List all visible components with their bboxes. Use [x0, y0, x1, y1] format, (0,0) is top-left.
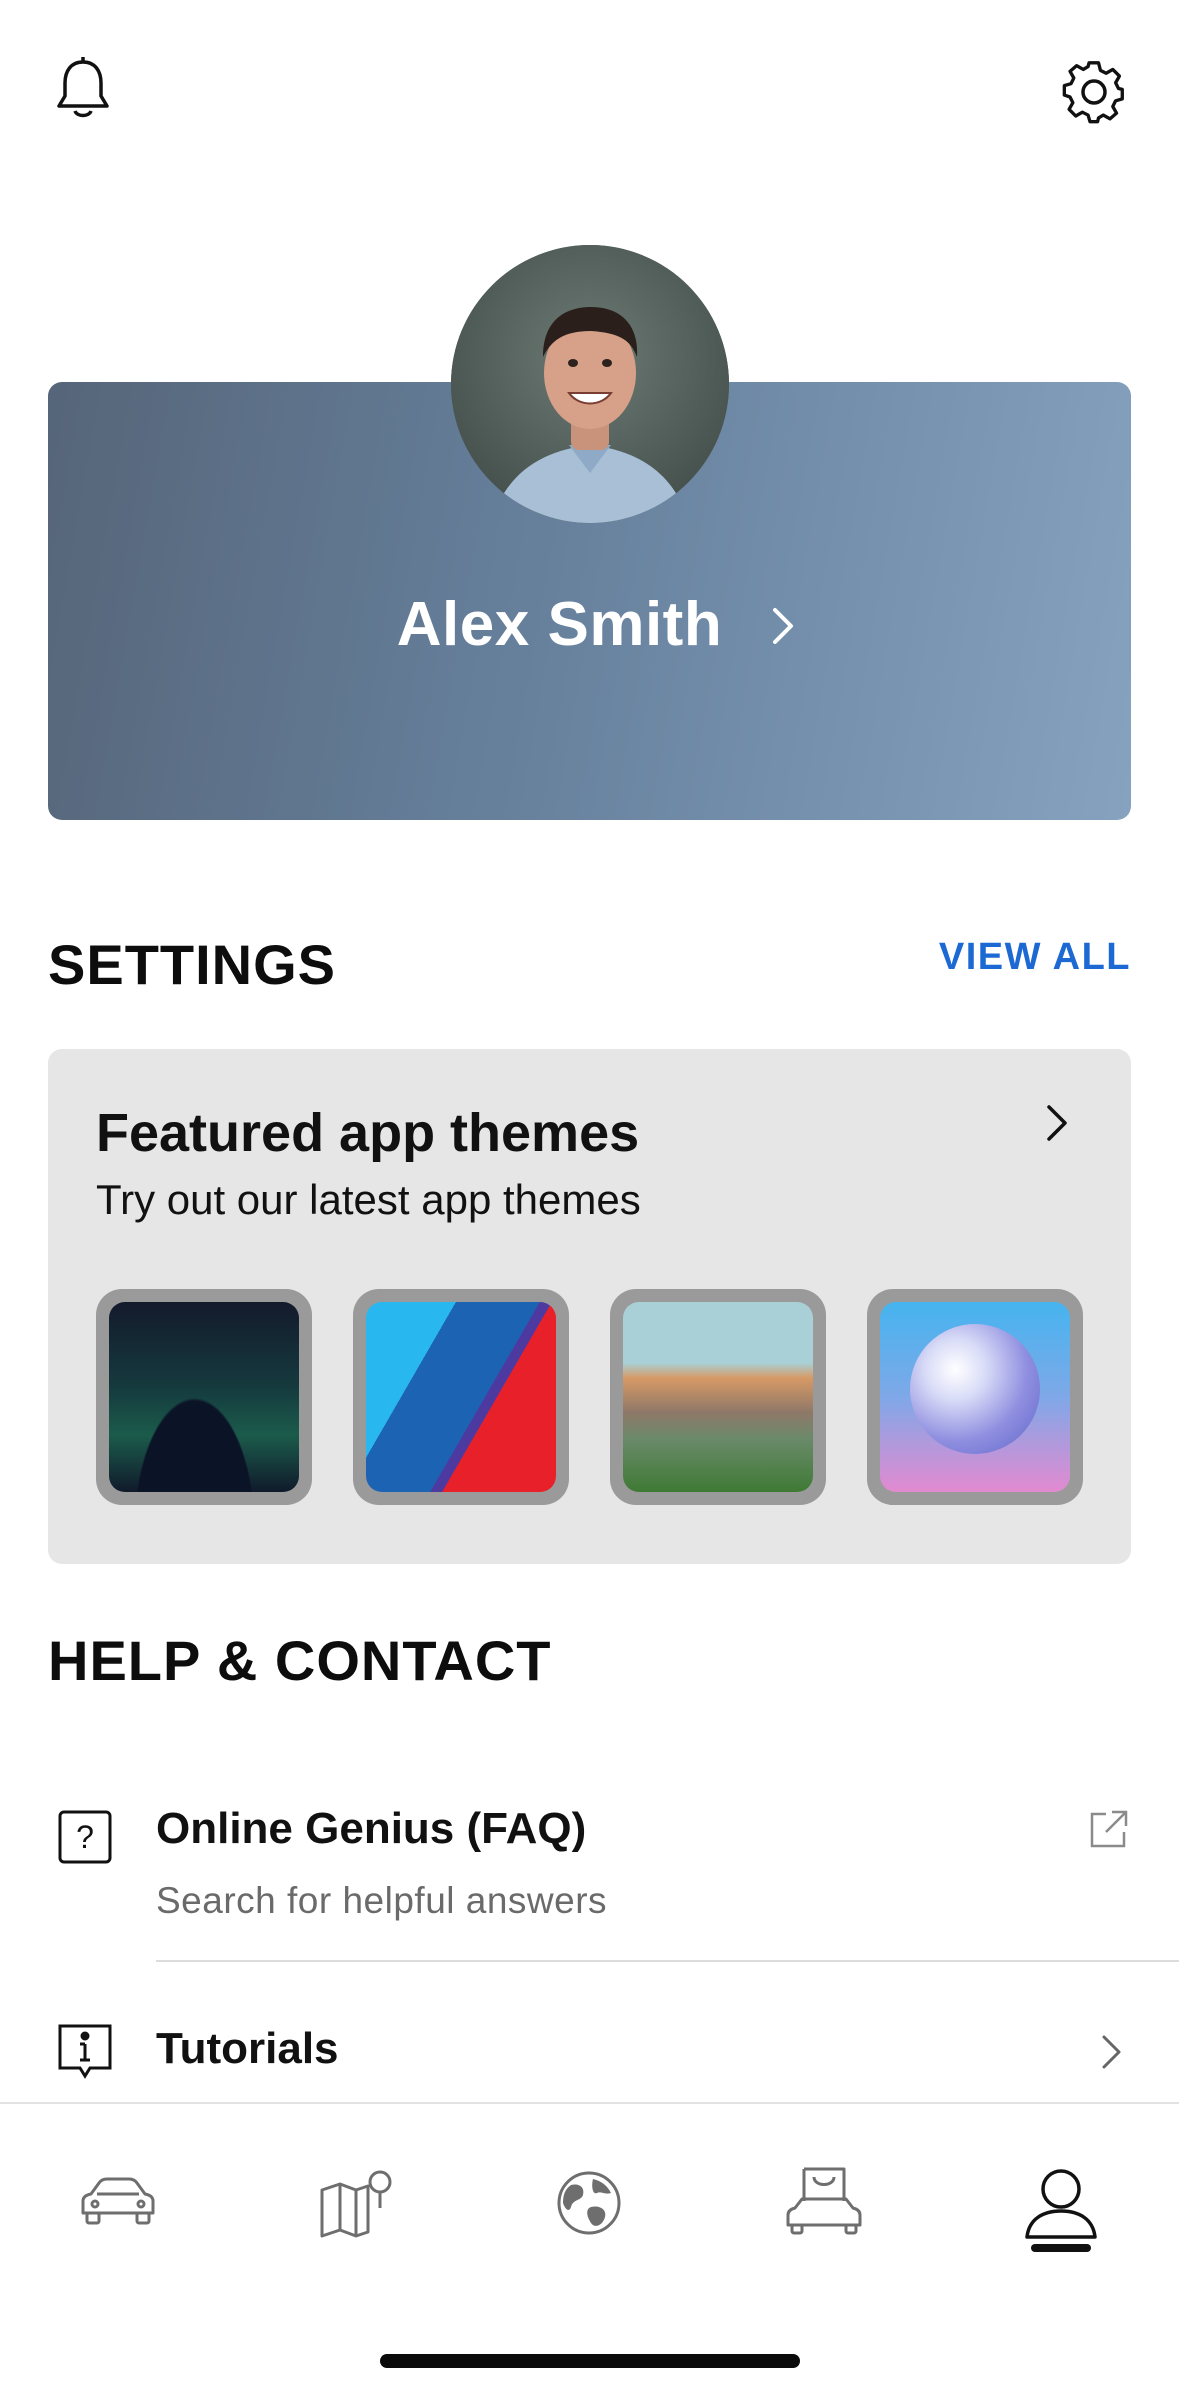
nav-explore[interactable] [529, 2158, 649, 2248]
info-icon [58, 2024, 112, 2079]
bottom-nav [0, 2102, 1179, 2398]
view-all-link[interactable]: VIEW ALL [939, 936, 1131, 979]
home-indicator[interactable] [380, 2354, 800, 2368]
orb-image [910, 1324, 1040, 1454]
help-contact-heading: HELP & CONTACT [48, 1629, 552, 1692]
themes-title: Featured app themes [96, 1103, 640, 1163]
faq-row[interactable]: ? Online Genius (FAQ) Search for helpful… [0, 1780, 1179, 1960]
active-tab-indicator [1031, 2244, 1091, 2252]
aurora-theme-preview [109, 1302, 299, 1492]
m-stripes-theme-preview [366, 1302, 556, 1492]
question-icon: ? [58, 1810, 112, 1864]
chevron-right-icon [1102, 2035, 1121, 2069]
car-icon [81, 2177, 155, 2225]
bell-icon[interactable] [47, 52, 119, 124]
mountain-theme-preview [623, 1302, 813, 1492]
map-pin-icon [320, 2170, 392, 2238]
orb-theme[interactable] [867, 1289, 1083, 1505]
profile-name: Alex Smith [396, 590, 723, 659]
external-link-icon [1090, 1810, 1128, 1848]
shop-car-icon [786, 2167, 862, 2235]
themes-subtitle: Try out our latest app themes [96, 1176, 641, 1223]
tutorials-title: Tutorials [156, 2024, 339, 2073]
chevron-right-icon [1047, 1105, 1067, 1141]
nav-profile[interactable] [1001, 2158, 1121, 2248]
gear-icon[interactable] [1058, 56, 1130, 128]
faq-subtitle: Search for helpful answers [156, 1880, 608, 1921]
m-stripes-theme[interactable] [353, 1289, 569, 1505]
faq-title: Online Genius (FAQ) [156, 1804, 587, 1853]
divider [156, 1960, 1179, 1962]
featured-themes-card[interactable]: Featured app themes Try out our latest a… [48, 1049, 1131, 1564]
person-icon [1025, 2169, 1097, 2239]
mountain-theme[interactable] [610, 1289, 826, 1505]
settings-heading: SETTINGS [48, 933, 337, 996]
svg-text:?: ? [76, 1819, 94, 1855]
globe-icon [557, 2171, 621, 2235]
chevron-right-icon [773, 608, 793, 644]
orb-theme-preview [880, 1302, 1070, 1492]
aurora-theme[interactable] [96, 1289, 312, 1505]
nav-vehicle[interactable] [58, 2158, 178, 2248]
profile-name-link[interactable]: Alex Smith [48, 589, 1131, 660]
avatar[interactable] [451, 245, 729, 523]
nav-shop[interactable] [764, 2158, 884, 2248]
nav-map[interactable] [297, 2158, 417, 2248]
tutorials-row[interactable]: Tutorials [0, 2000, 1179, 2100]
